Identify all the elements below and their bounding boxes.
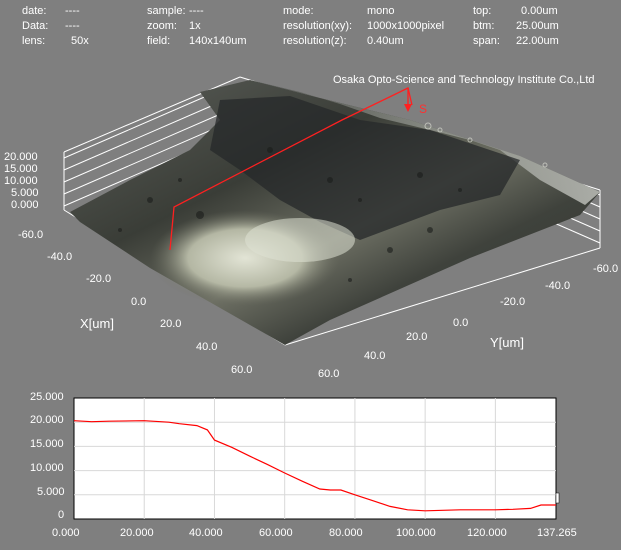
profile-x-tick-label: 40.000 xyxy=(189,527,223,539)
profile-plot-area xyxy=(73,397,557,520)
profile-x-tick-label: 60.000 xyxy=(259,527,293,539)
profile-y-tick-label: 15.000 xyxy=(30,438,64,450)
profile-chart[interactable] xyxy=(0,0,621,550)
profile-x-tick-label: 20.000 xyxy=(120,527,154,539)
profile-x-tick-label: 0.000 xyxy=(52,527,80,539)
profile-y-tick-label: 0 xyxy=(58,509,65,521)
profile-x-tick-label: 120.000 xyxy=(467,527,507,539)
profile-x-tick-label: 137.265 xyxy=(537,527,577,539)
profile-end-marker xyxy=(555,492,560,504)
profile-y-tick-label: 20.000 xyxy=(30,414,64,426)
profile-x-tick-label: 80.000 xyxy=(329,527,363,539)
profile-y-tick-label: 10.000 xyxy=(30,462,64,474)
profile-x-tick-label: 100.000 xyxy=(396,527,436,539)
profile-y-tick-label: 25.000 xyxy=(30,391,64,403)
profile-y-tick-label: 5.000 xyxy=(37,486,65,498)
